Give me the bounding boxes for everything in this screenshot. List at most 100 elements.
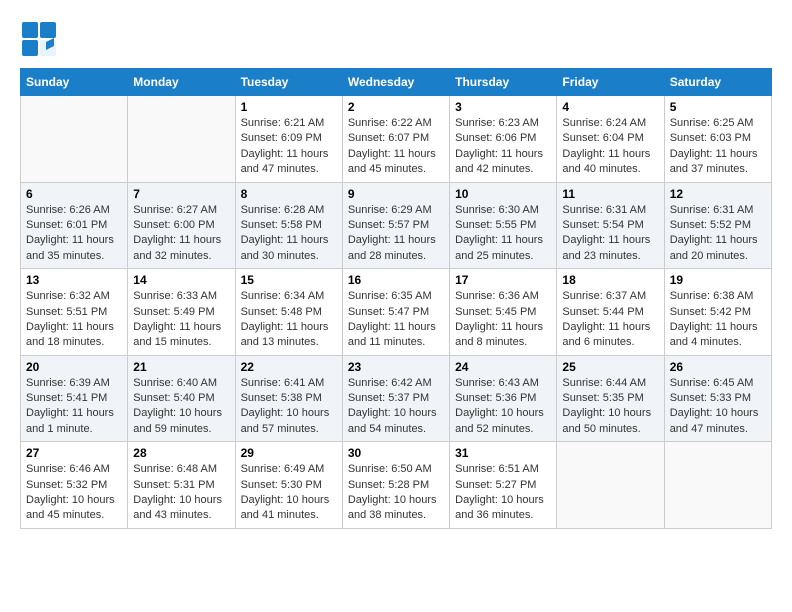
calendar-cell: 24Sunrise: 6:43 AM Sunset: 5:36 PM Dayli…: [450, 355, 557, 442]
day-number: 29: [241, 446, 337, 460]
day-info: Sunrise: 6:46 AM Sunset: 5:32 PM Dayligh…: [26, 462, 122, 524]
day-info: Sunrise: 6:33 AM Sunset: 5:49 PM Dayligh…: [133, 289, 229, 351]
day-number: 27: [26, 446, 122, 460]
day-info: Sunrise: 6:49 AM Sunset: 5:30 PM Dayligh…: [241, 462, 337, 524]
day-number: 2: [348, 100, 444, 114]
day-info: Sunrise: 6:31 AM Sunset: 5:52 PM Dayligh…: [670, 203, 766, 265]
calendar-cell: 20 Sunrise: 6:39 AM Sunset: 5:41 PM Dayli…: [21, 355, 128, 442]
calendar-cell: 19Sunrise: 6:38 AM Sunset: 5:42 PM Dayli…: [664, 269, 771, 356]
calendar-cell: 8 Sunrise: 6:28 AM Sunset: 5:58 PM Daylig…: [235, 182, 342, 269]
day-number: 9: [348, 187, 444, 201]
weekday-header: Sunday: [21, 69, 128, 96]
calendar-week-row: 1 Sunrise: 6:21 AM Sunset: 6:09 PM Daylig…: [21, 96, 772, 183]
day-number: 13: [26, 273, 122, 287]
day-number: 1: [241, 100, 337, 114]
day-number: 25: [562, 360, 658, 374]
day-number: 20: [26, 360, 122, 374]
calendar-cell: 15 Sunrise: 6:34 AM Sunset: 5:48 PM Dayli…: [235, 269, 342, 356]
calendar-cell: 16 Sunrise: 6:35 AM Sunset: 5:47 PM Dayli…: [342, 269, 449, 356]
day-info: Sunrise: 6:30 AM Sunset: 5:55 PM Dayligh…: [455, 203, 551, 265]
calendar-cell: 17Sunrise: 6:36 AM Sunset: 5:45 PM Dayli…: [450, 269, 557, 356]
calendar-cell: 10 Sunrise: 6:30 AM Sunset: 5:55 PM Dayli…: [450, 182, 557, 269]
day-number: 30: [348, 446, 444, 460]
day-number: 28: [133, 446, 229, 460]
day-info: Sunrise: 6:37 AM Sunset: 5:44 PM Dayligh…: [562, 289, 658, 351]
weekday-header: Friday: [557, 69, 664, 96]
day-info: Sunrise: 6:41 AM Sunset: 5:38 PM Dayligh…: [241, 376, 337, 438]
day-info: Sunrise: 6:25 AM Sunset: 6:03 PM Dayligh…: [670, 116, 766, 178]
calendar-cell: [557, 442, 664, 529]
calendar-cell: 7Sunrise: 6:27 AM Sunset: 6:00 PM Daylig…: [128, 182, 235, 269]
calendar-cell: [664, 442, 771, 529]
calendar-week-row: 27 Sunrise: 6:46 AM Sunset: 5:32 PM Dayli…: [21, 442, 772, 529]
calendar-cell: 4Sunrise: 6:24 AM Sunset: 6:04 PM Daylig…: [557, 96, 664, 183]
calendar-cell: 13 Sunrise: 6:32 AM Sunset: 5:51 PM Dayli…: [21, 269, 128, 356]
day-number: 22: [241, 360, 337, 374]
calendar-cell: 9 Sunrise: 6:29 AM Sunset: 5:57 PM Daylig…: [342, 182, 449, 269]
day-number: 31: [455, 446, 551, 460]
calendar-cell: 22 Sunrise: 6:41 AM Sunset: 5:38 PM Dayli…: [235, 355, 342, 442]
day-info: Sunrise: 6:39 AM Sunset: 5:41 PM Dayligh…: [26, 376, 122, 438]
day-info: Sunrise: 6:21 AM Sunset: 6:09 PM Dayligh…: [241, 116, 337, 178]
calendar-cell: 1 Sunrise: 6:21 AM Sunset: 6:09 PM Daylig…: [235, 96, 342, 183]
calendar-cell: 27 Sunrise: 6:46 AM Sunset: 5:32 PM Dayli…: [21, 442, 128, 529]
calendar-week-row: 6 Sunrise: 6:26 AM Sunset: 6:01 PM Daylig…: [21, 182, 772, 269]
day-info: Sunrise: 6:28 AM Sunset: 5:58 PM Dayligh…: [241, 203, 337, 265]
day-number: 16: [348, 273, 444, 287]
day-info: Sunrise: 6:48 AM Sunset: 5:31 PM Dayligh…: [133, 462, 229, 524]
calendar-cell: 14 Sunrise: 6:33 AM Sunset: 5:49 PM Dayli…: [128, 269, 235, 356]
weekday-header: Saturday: [664, 69, 771, 96]
calendar-week-row: 20 Sunrise: 6:39 AM Sunset: 5:41 PM Dayli…: [21, 355, 772, 442]
day-info: Sunrise: 6:44 AM Sunset: 5:35 PM Dayligh…: [562, 376, 658, 438]
day-number: 14: [133, 273, 229, 287]
calendar-cell: 29 Sunrise: 6:49 AM Sunset: 5:30 PM Dayli…: [235, 442, 342, 529]
calendar-cell: 28 Sunrise: 6:48 AM Sunset: 5:31 PM Dayli…: [128, 442, 235, 529]
calendar-cell: 11 Sunrise: 6:31 AM Sunset: 5:54 PM Dayli…: [557, 182, 664, 269]
day-number: 23: [348, 360, 444, 374]
weekday-header: Tuesday: [235, 69, 342, 96]
day-info: Sunrise: 6:40 AM Sunset: 5:40 PM Dayligh…: [133, 376, 229, 438]
day-info: Sunrise: 6:45 AM Sunset: 5:33 PM Dayligh…: [670, 376, 766, 438]
day-info: Sunrise: 6:32 AM Sunset: 5:51 PM Dayligh…: [26, 289, 122, 351]
day-number: 21: [133, 360, 229, 374]
day-number: 18: [562, 273, 658, 287]
day-number: 3: [455, 100, 551, 114]
day-number: 5: [670, 100, 766, 114]
day-number: 15: [241, 273, 337, 287]
calendar-cell: 3 Sunrise: 6:23 AM Sunset: 6:06 PM Daylig…: [450, 96, 557, 183]
logo: [20, 20, 60, 58]
calendar-body: 1 Sunrise: 6:21 AM Sunset: 6:09 PM Daylig…: [21, 96, 772, 529]
weekday-header: Thursday: [450, 69, 557, 96]
calendar-cell: 21 Sunrise: 6:40 AM Sunset: 5:40 PM Dayli…: [128, 355, 235, 442]
calendar-cell: 25 Sunrise: 6:44 AM Sunset: 5:35 PM Dayli…: [557, 355, 664, 442]
day-number: 19: [670, 273, 766, 287]
day-number: 6: [26, 187, 122, 201]
page-header: [20, 20, 772, 58]
calendar-cell: 23 Sunrise: 6:42 AM Sunset: 5:37 PM Dayli…: [342, 355, 449, 442]
day-info: Sunrise: 6:22 AM Sunset: 6:07 PM Dayligh…: [348, 116, 444, 178]
calendar-cell: 30 Sunrise: 6:50 AM Sunset: 5:28 PM Dayli…: [342, 442, 449, 529]
day-number: 10: [455, 187, 551, 201]
day-info: Sunrise: 6:26 AM Sunset: 6:01 PM Dayligh…: [26, 203, 122, 265]
day-info: Sunrise: 6:50 AM Sunset: 5:28 PM Dayligh…: [348, 462, 444, 524]
day-number: 8: [241, 187, 337, 201]
calendar-cell: 18 Sunrise: 6:37 AM Sunset: 5:44 PM Dayli…: [557, 269, 664, 356]
calendar-cell: [128, 96, 235, 183]
day-info: Sunrise: 6:36 AM Sunset: 5:45 PM Dayligh…: [455, 289, 551, 351]
day-info: Sunrise: 6:42 AM Sunset: 5:37 PM Dayligh…: [348, 376, 444, 438]
calendar-cell: 6 Sunrise: 6:26 AM Sunset: 6:01 PM Daylig…: [21, 182, 128, 269]
logo-icon: [20, 20, 58, 58]
day-info: Sunrise: 6:51 AM Sunset: 5:27 PM Dayligh…: [455, 462, 551, 524]
day-info: Sunrise: 6:23 AM Sunset: 6:06 PM Dayligh…: [455, 116, 551, 178]
calendar-cell: [21, 96, 128, 183]
day-number: 11: [562, 187, 658, 201]
day-number: 7: [133, 187, 229, 201]
day-info: Sunrise: 6:31 AM Sunset: 5:54 PM Dayligh…: [562, 203, 658, 265]
weekday-header: Monday: [128, 69, 235, 96]
day-info: Sunrise: 6:29 AM Sunset: 5:57 PM Dayligh…: [348, 203, 444, 265]
calendar-week-row: 13 Sunrise: 6:32 AM Sunset: 5:51 PM Dayli…: [21, 269, 772, 356]
calendar-cell: 26Sunrise: 6:45 AM Sunset: 5:33 PM Dayli…: [664, 355, 771, 442]
day-info: Sunrise: 6:35 AM Sunset: 5:47 PM Dayligh…: [348, 289, 444, 351]
day-info: Sunrise: 6:34 AM Sunset: 5:48 PM Dayligh…: [241, 289, 337, 351]
calendar-cell: 12Sunrise: 6:31 AM Sunset: 5:52 PM Dayli…: [664, 182, 771, 269]
